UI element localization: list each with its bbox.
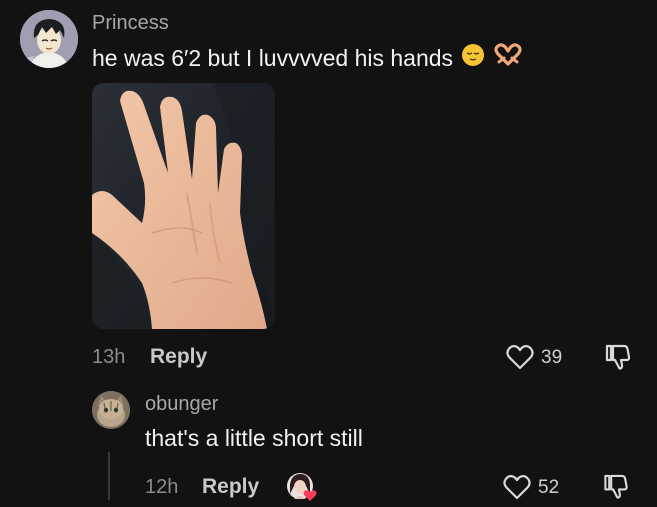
heart-outline-icon xyxy=(506,345,534,374)
like-count: 39 xyxy=(541,347,563,368)
comment-timestamp: 13h xyxy=(92,346,126,368)
creator-liked-badge xyxy=(286,472,317,502)
reply-username[interactable]: obunger xyxy=(145,393,218,416)
thumbs-down-outline-icon xyxy=(604,344,632,375)
reply-reply-button[interactable]: Reply xyxy=(202,475,259,499)
comment-text-row: he was 6′2 but I luvvvved his hands xyxy=(92,43,523,73)
heart-hands-emoji xyxy=(493,43,523,73)
avatar[interactable] xyxy=(20,10,78,68)
attached-photo[interactable] xyxy=(92,83,275,329)
reply-timestamp: 12h xyxy=(145,476,179,498)
heart-outline-icon xyxy=(503,475,531,504)
reply-button[interactable]: Reply xyxy=(150,345,207,369)
reply-dislike-button[interactable] xyxy=(602,473,630,505)
reply-like-count: 52 xyxy=(538,477,560,498)
reply-like-button[interactable] xyxy=(503,474,531,505)
relieved-face-emoji xyxy=(461,43,485,73)
comment-username[interactable]: Princess xyxy=(92,12,169,35)
like-button[interactable] xyxy=(506,344,534,375)
dislike-button[interactable] xyxy=(604,343,632,376)
thread-line xyxy=(108,452,110,500)
comment-text: he was 6′2 but I luvvvved his hands xyxy=(92,44,454,71)
reply-avatar[interactable] xyxy=(92,391,130,429)
thumbs-down-outline-icon xyxy=(602,474,630,504)
reply-text: that's a little short still xyxy=(145,425,363,451)
